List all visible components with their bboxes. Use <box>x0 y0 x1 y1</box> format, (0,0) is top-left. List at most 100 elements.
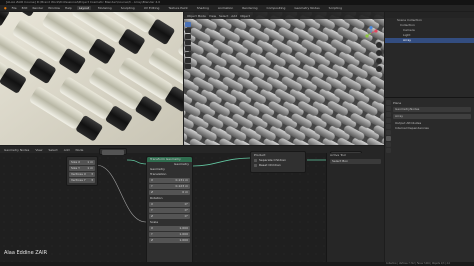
rotate-tool-icon[interactable] <box>185 40 191 45</box>
select-box-tool[interactable]: Select Box <box>330 159 381 164</box>
author-credit: Alaa Eddine ZAIR <box>4 250 48 256</box>
size-x-field[interactable]: Size X 1 m <box>69 160 95 165</box>
pan-hand-icon[interactable] <box>376 50 382 56</box>
tool-tab-icon[interactable] <box>386 100 391 105</box>
transform-vector-field[interactable]: Z 0 m <box>149 190 190 195</box>
material-tab-icon[interactable] <box>386 148 391 153</box>
size-x-label: Size X <box>71 160 81 164</box>
workspace-tab-shading[interactable]: Shading <box>195 6 211 10</box>
size-y-field[interactable]: Size Y 1 m <box>69 166 95 171</box>
transform-vector-field[interactable]: X 0° <box>149 202 190 207</box>
menu-render[interactable]: Render <box>32 6 43 10</box>
menu-window[interactable]: Window <box>48 6 60 10</box>
workspace-tab-compositing[interactable]: Compositing <box>265 6 288 10</box>
reference-photo <box>0 12 183 145</box>
menu-file[interactable]: File <box>12 6 17 10</box>
separate-children-label: Separate Children <box>259 158 287 162</box>
vector-axis-label: Y <box>151 208 153 212</box>
properties-object-name: Plane <box>393 101 402 105</box>
transform-vector-field[interactable]: X 0.131 m <box>149 178 190 183</box>
node-group-selector[interactable]: Array <box>393 114 471 119</box>
move-tool-icon[interactable] <box>185 34 191 39</box>
tool-shelf <box>185 22 191 69</box>
vector-axis-label: Z <box>151 190 154 194</box>
internal-dependencies-panel[interactable]: Internal Dependencies <box>393 126 471 131</box>
vertices-x-field[interactable]: Vertices X 3 <box>69 172 95 177</box>
transform-vector-field[interactable]: Y 1.000 <box>149 232 190 237</box>
workspace-tab-uv-editing[interactable]: UV Editing <box>142 6 162 10</box>
workspace-tab-layout[interactable]: Layout <box>76 6 92 10</box>
vector-axis-value: 1.000 <box>179 226 188 230</box>
transform-vector-field[interactable]: X 1.000 <box>149 226 190 231</box>
object-tab-icon[interactable] <box>386 130 391 135</box>
workspace-tab-scripting[interactable]: Scripting <box>327 6 344 10</box>
zoom-icon[interactable] <box>376 42 382 48</box>
vector-axis-value: 1.000 <box>179 232 188 236</box>
transform-socket-label: Rotation <box>150 196 163 200</box>
properties-editor: Plane GeometryNodes Array Output Attribu… <box>385 97 474 266</box>
vector-axis-label: X <box>151 202 154 206</box>
mode-dropdown[interactable]: Object Mode <box>187 14 206 18</box>
menu-help[interactable]: Help <box>65 6 72 10</box>
vector-axis-label: Z <box>151 238 154 242</box>
scale-tool-icon[interactable] <box>185 46 191 51</box>
value-field[interactable] <box>102 150 124 155</box>
workspace-tab-texture-paint[interactable]: Texture Paint <box>166 6 189 10</box>
physics-tab-icon[interactable] <box>386 142 391 147</box>
grid-icon[interactable] <box>376 66 382 72</box>
transform-tool-icon[interactable] <box>185 52 191 57</box>
transform-vector-field[interactable]: Y 0.123 m <box>149 184 190 189</box>
menu-edit[interactable]: Edit <box>22 6 28 10</box>
viewport-menu-object[interactable]: Object <box>240 14 250 18</box>
instance-options-node[interactable]: Product Separate Children Reset Children <box>250 151 306 173</box>
viewport-menu-add[interactable]: Add <box>231 14 237 18</box>
vertices-y-field[interactable]: Vertices Y 3 <box>69 178 95 183</box>
blender-logo-icon[interactable]: ● <box>4 6 7 10</box>
modifier-geometry-nodes[interactable]: GeometryNodes <box>393 107 471 112</box>
vector-axis-value: 0° <box>184 208 188 212</box>
scene-tab-icon[interactable] <box>386 118 391 123</box>
transform-socket-label: Translation <box>150 172 167 176</box>
status-bar-left <box>0 262 384 266</box>
workspace-tab-sculpting[interactable]: Sculpting <box>119 6 137 10</box>
size-y-value: 1 m <box>87 166 93 170</box>
vector-axis-value: 0° <box>184 214 188 218</box>
vertices-x-value: 3 <box>91 172 93 176</box>
reset-children-checkbox[interactable] <box>254 163 257 167</box>
workspace-tab-modeling[interactable]: Modeling <box>96 6 114 10</box>
outliner-panel: Scene Collection Collection Camera Light… <box>385 12 474 97</box>
camera-icon[interactable] <box>376 58 382 64</box>
transform-vector-field[interactable]: Y 0° <box>149 208 190 213</box>
transform-geometry-node[interactable]: Transform Geometry Geometry Geometry Tran… <box>146 156 193 266</box>
transform-vector-field[interactable]: Z 1.000 <box>149 238 190 243</box>
group-input-node[interactable]: Size X 1 m Size Y 1 m Vertices X 3 Verti… <box>66 156 98 186</box>
workspace-tab-rendering[interactable]: Rendering <box>240 6 259 10</box>
annotate-tool-icon[interactable] <box>185 58 191 63</box>
select-tool-icon[interactable] <box>185 22 191 27</box>
modifier-wrench-icon[interactable] <box>386 136 391 141</box>
size-x-value: 1 m <box>87 160 93 164</box>
measure-tool-icon[interactable] <box>185 64 191 69</box>
viewport-menu-select[interactable]: Select <box>219 14 228 18</box>
reset-children-label: Reset Children <box>259 163 281 167</box>
vector-axis-value: 0 m <box>182 190 188 194</box>
world-tab-icon[interactable] <box>386 124 391 129</box>
cursor-tool-icon[interactable] <box>185 28 191 33</box>
render-tab-icon[interactable] <box>386 106 391 111</box>
separate-children-checkbox[interactable] <box>254 158 257 162</box>
3d-viewport[interactable]: Object Mode View Select Add Object <box>184 12 384 145</box>
reset-children-row[interactable]: Reset Children <box>251 163 305 168</box>
output-tab-icon[interactable] <box>386 112 391 117</box>
outliner-row-array[interactable]: Array <box>385 38 474 43</box>
viewport-menu-view[interactable]: View <box>209 14 216 18</box>
navigation-gizmo-icon[interactable] <box>364 26 378 40</box>
vector-axis-value: 0.123 m <box>175 184 188 188</box>
vertices-x-label: Vertices X <box>71 172 86 176</box>
node-sidebar: Active Tool Select Box <box>326 153 384 262</box>
transform-socket-label: Scale <box>150 220 159 224</box>
workspace-tab-geometry-nodes[interactable]: Geometry Nodes <box>292 6 321 10</box>
workspace-tab-animation[interactable]: Animation <box>216 6 235 10</box>
transform-vector-field[interactable]: Z 0° <box>149 214 190 219</box>
vector-axis-label: Y <box>151 232 153 236</box>
value-node[interactable] <box>99 148 127 155</box>
